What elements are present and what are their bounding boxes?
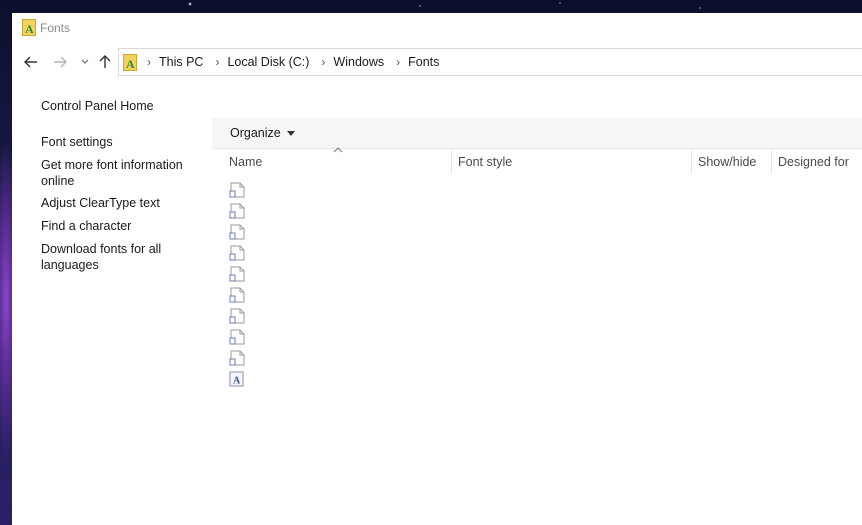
forward-button[interactable]	[51, 53, 69, 71]
window-title: Fonts	[40, 21, 71, 35]
caret-down-icon	[286, 130, 295, 136]
breadcrumb-separator[interactable]: ›	[215, 55, 219, 69]
organize-label: Organize	[230, 126, 281, 140]
font-settings-link[interactable]: Font settings	[41, 135, 196, 151]
list-item[interactable]	[229, 287, 247, 303]
up-arrow-icon	[99, 55, 111, 68]
column-header-font-style[interactable]: Font style	[458, 155, 512, 169]
recent-locations-button[interactable]	[76, 53, 94, 71]
svg-text:A: A	[126, 57, 135, 71]
font-file-icon	[229, 329, 245, 345]
back-button[interactable]	[22, 53, 40, 71]
title-bar: A Fonts	[12, 13, 862, 43]
column-divider[interactable]	[771, 149, 772, 174]
file-list-pane: Organize Name Font style Show/hide Desig…	[212, 118, 862, 525]
control-panel-home-link[interactable]: Control Panel Home	[41, 99, 196, 115]
breadcrumb-separator[interactable]: ›	[321, 55, 325, 69]
column-divider[interactable]	[451, 149, 452, 174]
navigation-bar: A › This PC › Local Disk (C:) › Windows …	[12, 45, 862, 79]
breadcrumb-separator[interactable]: ›	[396, 55, 400, 69]
up-button[interactable]	[96, 53, 114, 71]
download-fonts-link[interactable]: Download fonts for all languages	[41, 242, 196, 273]
list-item[interactable]	[229, 203, 247, 219]
font-file-icon	[229, 266, 245, 282]
font-file-icon	[229, 224, 245, 240]
list-item[interactable]	[229, 266, 247, 282]
svg-text:A: A	[25, 22, 34, 36]
column-header-show-hide[interactable]: Show/hide	[698, 155, 756, 169]
explorer-window: A Fonts A › This PC › Local Disk (C:) › …	[12, 13, 862, 525]
fonts-folder-icon: A	[22, 19, 36, 36]
back-arrow-icon	[24, 56, 37, 68]
list-item[interactable]	[229, 182, 247, 198]
font-file-icon	[229, 350, 245, 366]
list-item[interactable]	[229, 224, 247, 240]
breadcrumb-windows[interactable]: Windows	[333, 55, 384, 69]
font-file-icon	[229, 203, 245, 219]
font-file-icon	[229, 245, 245, 261]
chevron-down-icon	[81, 59, 89, 64]
breadcrumb-separator[interactable]: ›	[147, 55, 151, 69]
column-divider[interactable]	[691, 149, 692, 174]
column-header-designed-for[interactable]: Designed for	[778, 155, 849, 169]
svg-text:A: A	[233, 376, 241, 387]
font-a-icon: A	[229, 371, 244, 387]
breadcrumb-this-pc[interactable]: This PC	[159, 55, 203, 69]
breadcrumb-fonts[interactable]: Fonts	[408, 55, 439, 69]
font-info-online-link[interactable]: Get more font information online	[41, 158, 196, 189]
font-file-icon	[229, 182, 245, 198]
cleartype-link[interactable]: Adjust ClearType text	[41, 196, 196, 212]
sort-ascending-icon	[333, 147, 343, 153]
column-header-name[interactable]: Name	[229, 155, 262, 169]
font-file-icon	[229, 308, 245, 324]
address-bar[interactable]: A › This PC › Local Disk (C:) › Windows …	[118, 48, 862, 76]
list-item[interactable]: A	[229, 371, 247, 387]
list-item[interactable]	[229, 329, 247, 345]
list-item[interactable]	[229, 308, 247, 324]
breadcrumb-local-disk[interactable]: Local Disk (C:)	[227, 55, 309, 69]
column-headers: Name Font style Show/hide Designed for	[212, 147, 862, 175]
command-bar: Organize	[212, 118, 862, 149]
fonts-folder-icon: A	[123, 53, 137, 71]
list-item[interactable]	[229, 350, 247, 366]
forward-arrow-icon	[54, 56, 67, 68]
list-item[interactable]	[229, 245, 247, 261]
organize-button[interactable]: Organize	[230, 126, 295, 140]
find-character-link[interactable]: Find a character	[41, 219, 196, 235]
font-file-icon	[229, 287, 245, 303]
